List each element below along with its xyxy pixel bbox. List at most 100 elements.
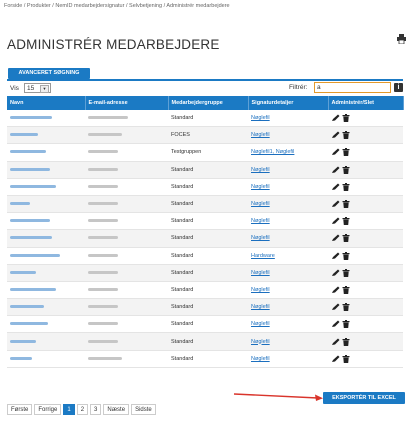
column-header-signature[interactable]: Signaturdetaljer bbox=[248, 96, 329, 110]
edit-icon[interactable] bbox=[331, 131, 340, 139]
row-actions bbox=[328, 350, 403, 368]
export-excel-button[interactable]: EKSPORTÉR TIL EXCEL bbox=[323, 392, 405, 404]
pager-page-3[interactable]: 3 bbox=[90, 404, 102, 415]
employee-group: FOCES bbox=[168, 126, 248, 145]
employee-email bbox=[85, 247, 168, 265]
employee-group: Standard bbox=[168, 247, 248, 265]
signature-details-link[interactable]: Nøglefil bbox=[248, 195, 328, 214]
signature-details-link[interactable]: Nøglefil bbox=[248, 315, 328, 334]
signature-details-link[interactable]: Nøglefil bbox=[248, 229, 328, 248]
employee-name-link[interactable] bbox=[7, 229, 85, 248]
employee-name-link[interactable] bbox=[7, 315, 85, 334]
print-icon[interactable] bbox=[397, 34, 406, 44]
edit-icon[interactable] bbox=[331, 303, 340, 311]
signature-details-link[interactable]: Nøglefil bbox=[248, 178, 328, 196]
employee-name-link[interactable] bbox=[7, 350, 85, 368]
signature-details-link[interactable]: Nøglefil bbox=[248, 350, 328, 368]
trash-icon[interactable] bbox=[342, 234, 350, 243]
edit-icon[interactable] bbox=[331, 269, 340, 277]
edit-icon[interactable] bbox=[331, 234, 340, 242]
signature-details-link[interactable]: Nøglefil bbox=[248, 126, 328, 145]
trash-icon[interactable] bbox=[342, 114, 350, 123]
signature-details-link[interactable]: Nøglefil bbox=[248, 281, 328, 300]
employee-name-link[interactable] bbox=[7, 298, 85, 317]
employee-name-link[interactable] bbox=[7, 212, 85, 231]
employee-name-link[interactable] bbox=[7, 247, 85, 265]
page-size-select[interactable]: 15 ▼ bbox=[24, 83, 51, 93]
breadcrumb[interactable]: Forside / Produkter / NemID medarbejders… bbox=[4, 3, 230, 9]
trash-icon[interactable] bbox=[342, 165, 350, 174]
edit-icon[interactable] bbox=[331, 320, 340, 328]
trash-icon[interactable] bbox=[342, 268, 350, 277]
employee-name-link[interactable] bbox=[7, 178, 85, 196]
show-label: Vis bbox=[10, 85, 19, 92]
advanced-search-button[interactable]: AVANCERET SØGNING bbox=[8, 68, 90, 79]
trash-icon[interactable] bbox=[342, 182, 350, 191]
row-actions bbox=[328, 264, 403, 282]
chevron-down-icon: ▼ bbox=[40, 85, 49, 93]
trash-icon[interactable] bbox=[342, 354, 350, 363]
edit-icon[interactable] bbox=[331, 183, 340, 191]
employee-name-link[interactable] bbox=[7, 161, 85, 179]
column-header-name[interactable]: Navn bbox=[7, 96, 86, 110]
signature-details-link[interactable]: Nøglefil bbox=[248, 298, 328, 317]
pager-next-button[interactable]: Næste bbox=[103, 404, 130, 415]
employee-name-link[interactable] bbox=[7, 281, 85, 300]
table-header-row: Navn E-mail-adresse Medarbejdergruppe Si… bbox=[7, 96, 404, 110]
pager-page-2[interactable]: 2 bbox=[76, 404, 89, 415]
employee-group: Standard bbox=[168, 229, 248, 248]
table-row: Standard Nøglefil bbox=[7, 298, 403, 317]
signature-details-link[interactable]: Hardware bbox=[248, 247, 328, 265]
edit-icon[interactable] bbox=[331, 166, 340, 174]
employee-name-link[interactable] bbox=[7, 332, 85, 351]
row-actions bbox=[328, 178, 403, 196]
edit-icon[interactable] bbox=[331, 355, 340, 363]
row-actions bbox=[328, 161, 403, 179]
edit-icon[interactable] bbox=[331, 217, 340, 225]
filter-input[interactable]: a bbox=[314, 82, 391, 93]
employee-email bbox=[85, 195, 168, 214]
column-header-email[interactable]: E-mail-adresse bbox=[85, 96, 169, 110]
pager-prev-button[interactable]: Forrige bbox=[34, 404, 62, 415]
trash-icon[interactable] bbox=[342, 303, 350, 312]
employee-name-link[interactable] bbox=[7, 126, 85, 145]
row-actions bbox=[328, 110, 403, 128]
trash-icon[interactable] bbox=[342, 320, 350, 329]
employee-name-link[interactable] bbox=[7, 110, 85, 128]
trash-icon[interactable] bbox=[342, 200, 350, 209]
pager-last-button[interactable]: Sidste bbox=[131, 404, 156, 415]
trash-icon[interactable] bbox=[342, 285, 350, 294]
info-icon[interactable]: i bbox=[394, 83, 403, 92]
signature-details-link[interactable]: Nøglefil bbox=[248, 161, 328, 179]
employee-group: Standard bbox=[168, 212, 248, 231]
column-header-group[interactable]: Medarbejdergruppe bbox=[168, 96, 249, 110]
edit-icon[interactable] bbox=[331, 200, 340, 208]
employee-group: Standard bbox=[168, 264, 248, 282]
pager-first-button[interactable]: Første bbox=[7, 404, 33, 415]
edit-icon[interactable] bbox=[331, 338, 340, 346]
signature-details-link[interactable]: Nøglefil bbox=[248, 264, 328, 282]
signature-details-link[interactable]: Nøglefil bbox=[248, 212, 328, 231]
employee-group: Standard bbox=[168, 161, 248, 179]
edit-icon[interactable] bbox=[331, 252, 340, 260]
signature-details-link[interactable]: Nøglefil1, Nøglefil bbox=[248, 143, 328, 162]
employee-name-link[interactable] bbox=[7, 264, 85, 282]
pagination: Første Forrige 1 2 3 Næste Sidste bbox=[7, 404, 156, 416]
trash-icon[interactable] bbox=[342, 131, 350, 140]
employee-name-link[interactable] bbox=[7, 195, 85, 214]
employee-email bbox=[85, 315, 168, 334]
pager-page-1[interactable]: 1 bbox=[63, 404, 75, 415]
edit-icon[interactable] bbox=[331, 148, 340, 156]
trash-icon[interactable] bbox=[342, 251, 350, 260]
employee-email bbox=[85, 350, 168, 368]
employee-email bbox=[85, 264, 168, 282]
edit-icon[interactable] bbox=[331, 114, 340, 122]
row-actions bbox=[328, 143, 403, 162]
employee-name-link[interactable] bbox=[7, 143, 85, 162]
trash-icon[interactable] bbox=[342, 337, 350, 346]
signature-details-link[interactable]: Nøglefil bbox=[248, 110, 328, 128]
trash-icon[interactable] bbox=[342, 148, 350, 157]
signature-details-link[interactable]: Nøglefil bbox=[248, 332, 328, 351]
trash-icon[interactable] bbox=[342, 217, 350, 226]
edit-icon[interactable] bbox=[331, 286, 340, 294]
